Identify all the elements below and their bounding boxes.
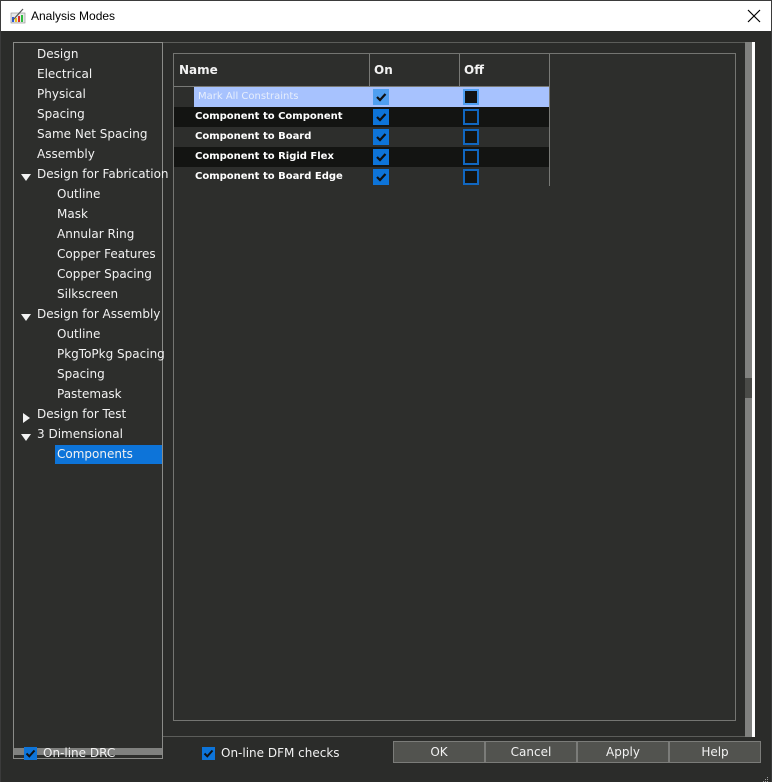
column-header-on[interactable]: On <box>369 54 393 86</box>
tree-item-label: 3 Dimensional <box>37 427 123 441</box>
tree-item[interactable]: Spacing <box>35 104 87 124</box>
tree-item[interactable]: PkgToPkg Spacing <box>55 344 167 364</box>
vertical-scrollbar[interactable] <box>745 42 752 737</box>
on-checkbox[interactable] <box>373 149 389 165</box>
constraint-name: Mark All Constraints <box>198 91 299 102</box>
online-drc-checkbox[interactable]: On-line DRC <box>24 745 115 761</box>
scrollbar-thumb[interactable] <box>745 378 752 398</box>
tree-item-label: Assembly <box>37 147 95 161</box>
tree-item[interactable]: Spacing <box>55 364 107 384</box>
tree-item[interactable]: Design for Fabrication <box>21 164 171 184</box>
collapsed-arrow-icon[interactable] <box>21 409 31 423</box>
tree-item-label: Pastemask <box>57 387 122 401</box>
tree-item[interactable]: Design for Test <box>23 404 128 424</box>
tree-item[interactable]: Outline <box>55 184 102 204</box>
analysis-app-icon <box>10 8 26 24</box>
tree-item-label: Same Net Spacing <box>37 127 148 141</box>
table-row[interactable]: Component to Rigid Flex <box>174 147 549 167</box>
tree-item-label: Mask <box>57 207 88 221</box>
constraint-name: Component to Component <box>195 111 343 122</box>
checkbox-checked-icon <box>24 746 37 760</box>
on-checkbox[interactable] <box>373 129 389 145</box>
tree-item-label: Outline <box>57 327 101 341</box>
tree-item[interactable]: Same Net Spacing <box>35 124 149 144</box>
tree-item[interactable]: Components <box>55 444 162 464</box>
off-checkbox[interactable] <box>463 149 479 165</box>
tree-item-label: Silkscreen <box>57 287 119 301</box>
table-row[interactable]: Component to Board <box>174 127 549 147</box>
tree-item[interactable]: Pastemask <box>55 384 124 404</box>
constraint-name: Component to Board Edge <box>195 171 343 182</box>
on-checkbox[interactable] <box>373 169 389 185</box>
tree-item[interactable]: Copper Spacing <box>55 264 154 284</box>
constraints-grid: Name On Off Mark All Constraints Componen… <box>173 53 736 721</box>
tree-item-label: Design for Fabrication <box>37 167 169 181</box>
tree-item-label: Copper Spacing <box>57 267 152 281</box>
tree-item-label: Design for Assembly <box>37 307 161 321</box>
expanded-arrow-icon[interactable] <box>21 429 31 441</box>
tree-item[interactable]: Annular Ring <box>55 224 136 244</box>
tree-item-label: Design for Test <box>37 407 127 421</box>
close-button[interactable] <box>743 5 765 27</box>
off-checkbox[interactable] <box>463 129 479 145</box>
off-checkbox[interactable] <box>463 109 479 125</box>
column-divider <box>549 54 550 186</box>
column-header-off[interactable]: Off <box>459 54 484 86</box>
table-row[interactable]: Component to Board Edge <box>174 167 549 187</box>
off-checkbox[interactable] <box>463 89 479 105</box>
online-drc-label: On-line DRC <box>43 746 116 760</box>
category-tree: Design Electrical Physical Spacing Same Net … <box>13 42 169 759</box>
constraint-name: Component to Rigid Flex <box>195 151 334 162</box>
apply-button[interactable]: Apply <box>577 741 669 763</box>
resize-grip-icon[interactable] <box>759 770 769 782</box>
close-icon <box>747 9 761 23</box>
tree-item-label: Outline <box>57 187 101 201</box>
tree-item-label: Annular Ring <box>57 227 135 241</box>
on-checkbox[interactable] <box>373 109 389 125</box>
expanded-arrow-icon[interactable] <box>21 169 31 181</box>
tree-item-label: Components <box>55 445 162 464</box>
ok-button[interactable]: OK <box>393 741 485 763</box>
constraint-name: Component to Board <box>195 131 312 142</box>
online-dfm-label: On-line DFM checks <box>221 746 340 760</box>
online-dfm-checkbox[interactable]: On-line DFM checks <box>202 745 340 761</box>
cancel-button[interactable]: Cancel <box>485 741 577 763</box>
off-checkbox[interactable] <box>463 169 479 185</box>
tree-item[interactable]: Copper Features <box>55 244 158 264</box>
tree-item[interactable]: Silkscreen <box>55 284 120 304</box>
tree-item-label: Spacing <box>57 367 105 381</box>
dialog-body: Design Electrical Physical Spacing Same Net … <box>0 31 772 782</box>
tree-item-label: Electrical <box>37 67 93 81</box>
tree-item[interactable]: 3 Dimensional <box>21 424 125 444</box>
tree-item-label: Physical <box>37 87 86 101</box>
panel-edge <box>752 42 755 737</box>
tree-item[interactable]: Assembly <box>35 144 97 164</box>
table-row[interactable]: Mark All Constraints <box>174 87 549 107</box>
tree-item-label: Spacing <box>37 107 85 121</box>
tree-item-label: PkgToPkg Spacing <box>57 347 165 361</box>
column-header-name[interactable]: Name <box>174 54 218 86</box>
window-title: Analysis Modes <box>31 9 116 23</box>
tree-item[interactable]: Mask <box>55 204 90 224</box>
tree-item[interactable]: Outline <box>55 324 102 344</box>
tree-item-label: Copper Features <box>57 247 156 261</box>
checkbox-checked-icon <box>202 746 215 760</box>
expanded-arrow-icon[interactable] <box>21 309 31 321</box>
on-checkbox[interactable] <box>373 89 389 105</box>
tree-item[interactable]: Design <box>35 44 80 64</box>
tree-item[interactable]: Electrical <box>35 64 94 84</box>
title-bar: Analysis Modes <box>0 0 772 31</box>
table-row[interactable]: Component to Component <box>174 107 549 127</box>
tree-item-label: Design <box>37 47 79 61</box>
constraints-panel: Name On Off Mark All Constraints Componen… <box>163 42 745 737</box>
tree-item[interactable]: Physical <box>35 84 88 104</box>
tree-item[interactable]: Design for Assembly <box>21 304 162 324</box>
help-button[interactable]: Help <box>669 741 761 763</box>
